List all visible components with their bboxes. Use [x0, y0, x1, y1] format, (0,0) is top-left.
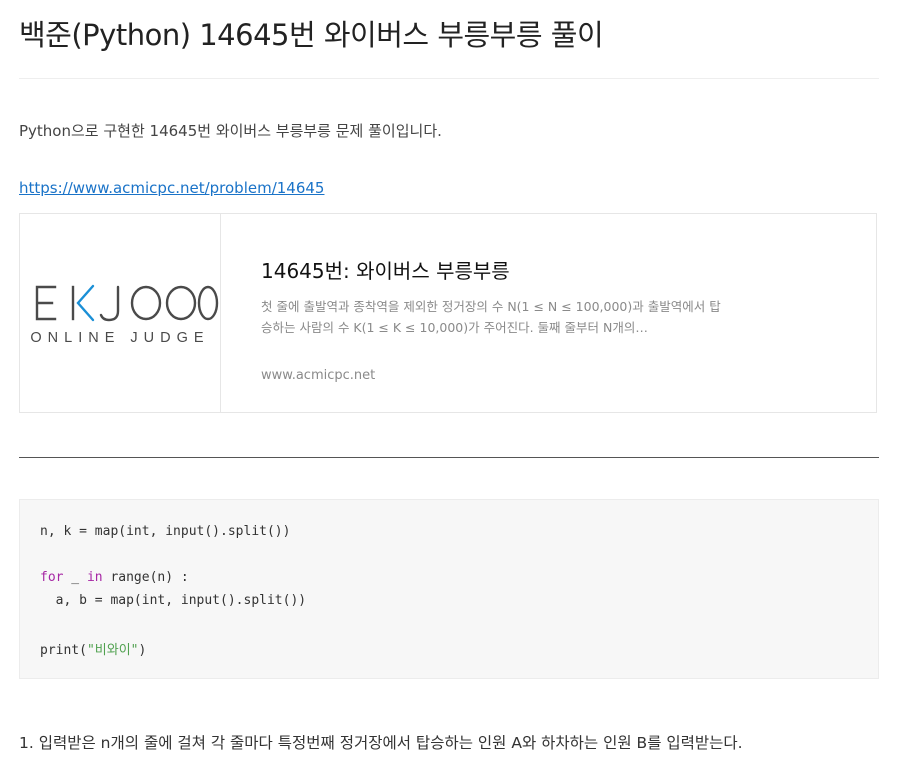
logo-subtitle: ONLINE JUDGE	[30, 330, 209, 346]
link-preview-thumbnail: ONLINE JUDGE	[20, 214, 221, 412]
link-preview-body: 14645번: 와이버스 부릉부릉 첫 줄에 출발역과 종착역을 제외한 정거장…	[261, 214, 861, 412]
code-string: "비와이"	[86, 643, 139, 658]
code-print-open: print(	[40, 643, 87, 658]
link-preview-description: 첫 줄에 출발역과 종착역을 제외한 정거장의 수 N(1 ≤ N ≤ 100,…	[261, 299, 721, 335]
code-line-4: print("비와이")	[40, 639, 146, 658]
code-loop-var: _	[63, 570, 87, 585]
intro-paragraph: Python으로 구현한 14645번 와이버스 부릉부릉 문제 풀이입니다.	[19, 122, 442, 140]
title-divider	[19, 78, 879, 79]
code-line-1: n, k = map(int, input().split())	[40, 524, 291, 539]
step-1-text: 1. 입력받은 n개의 줄에 걸쳐 각 줄마다 특정번째 정거장에서 탑승하는 …	[19, 734, 743, 752]
baekjoon-logo: ONLINE JUDGE	[30, 284, 219, 346]
problem-link[interactable]: https://www.acmicpc.net/problem/14645	[19, 179, 324, 197]
link-preview-host: www.acmicpc.net	[261, 368, 376, 383]
link-preview-title[interactable]: 14645번: 와이버스 부릉부릉	[261, 255, 510, 284]
code-keyword-for: for	[40, 570, 64, 585]
post-title: 백준(Python) 14645번 와이버스 부릉부릉 풀이	[19, 18, 604, 52]
link-preview-card[interactable]: ONLINE JUDGE 14645번: 와이버스 부릉부릉 첫 줄에 출발역과…	[19, 213, 877, 413]
code-range-call: range(n) :	[102, 570, 189, 585]
code-line-2: for _ in range(n) :	[40, 570, 189, 585]
code-line-3: a, b = map(int, input().split())	[40, 593, 307, 608]
section-divider	[19, 457, 879, 458]
code-block[interactable]: n, k = map(int, input().split()) for _ i…	[19, 499, 879, 679]
code-keyword-in: in	[86, 570, 103, 585]
code-print-close: )	[138, 643, 147, 658]
